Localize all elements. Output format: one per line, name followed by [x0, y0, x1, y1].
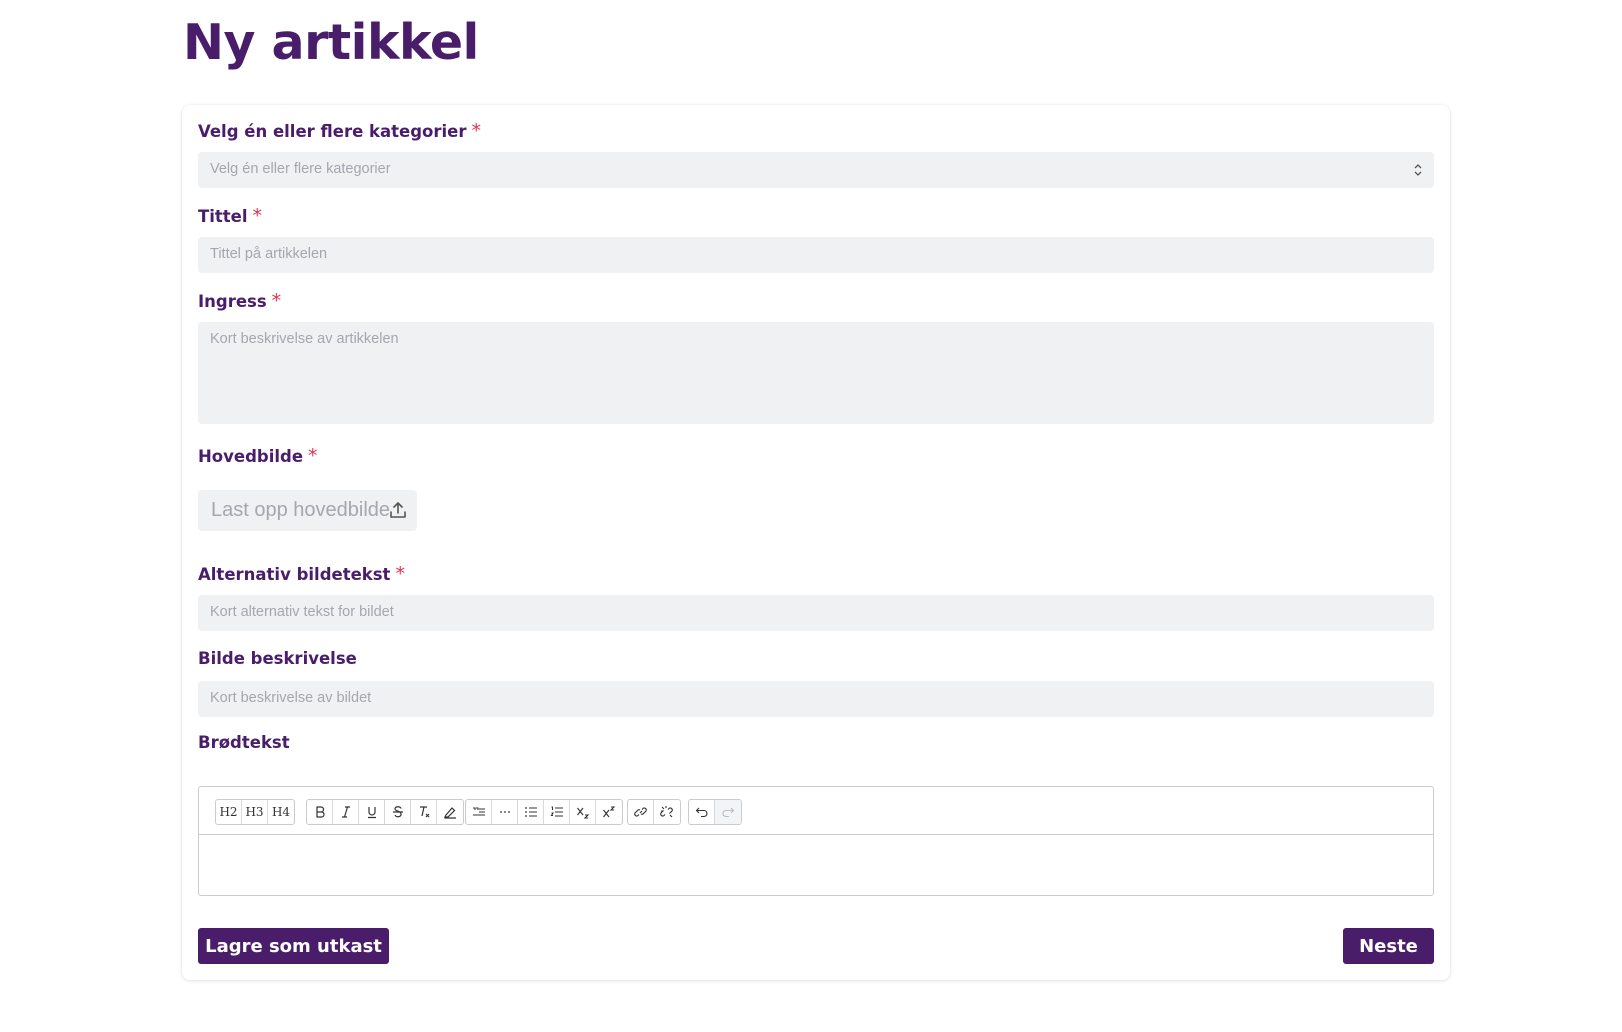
save-draft-button[interactable]: Lagre som utkast — [198, 928, 389, 964]
upload-main-image-button[interactable]: Last opp hovedbilde — [198, 490, 417, 531]
select-chevron-icon — [1414, 164, 1422, 176]
ordered-list-icon[interactable] — [544, 800, 570, 824]
title-input[interactable]: Tittel på artikkelen — [198, 237, 1434, 273]
required-asterisk: * — [271, 290, 282, 312]
ingress-label-text: Ingress — [198, 292, 267, 311]
alt-text-label: Alternativ bildetekst * — [198, 563, 405, 585]
highlight-icon[interactable] — [437, 800, 463, 824]
strikethrough-icon[interactable] — [385, 800, 411, 824]
upload-icon — [390, 502, 406, 518]
image-description-input[interactable]: Kort beskrivelse av bildet — [198, 681, 1434, 717]
link-group — [627, 799, 681, 825]
article-form: Velg én eller flere kategorier * Velg én … — [182, 105, 1450, 980]
history-group — [688, 799, 742, 825]
required-asterisk: * — [252, 205, 263, 227]
superscript-icon[interactable] — [596, 800, 622, 824]
ingress-placeholder: Kort beskrivelse av artikkelen — [210, 331, 399, 347]
alt-text-input[interactable]: Kort alternativ tekst for bildet — [198, 595, 1434, 631]
main-image-label-text: Hovedbilde — [198, 447, 304, 466]
title-label-text: Tittel — [198, 207, 248, 226]
title-placeholder: Tittel på artikkelen — [210, 246, 328, 262]
link-icon[interactable] — [628, 800, 654, 824]
main-image-label: Hovedbilde * — [198, 445, 318, 467]
clear-format-icon[interactable] — [411, 800, 437, 824]
required-asterisk: * — [308, 445, 318, 467]
heading-group: H2 H3 H4 — [215, 799, 295, 825]
bullet-list-icon[interactable] — [518, 800, 544, 824]
heading-4-button[interactable]: H4 — [268, 800, 294, 824]
undo-icon[interactable] — [689, 800, 715, 824]
page-title: Ny artikkel — [183, 14, 479, 71]
required-asterisk: * — [471, 120, 481, 142]
ingress-textarea[interactable]: Kort beskrivelse av artikkelen — [198, 322, 1434, 424]
rich-text-editor: H2 H3 H4 — [198, 786, 1434, 896]
editor-toolbar: H2 H3 H4 — [199, 787, 1433, 835]
image-description-label: Bilde beskrivelse — [198, 649, 357, 668]
required-asterisk: * — [395, 563, 405, 585]
heading-3-button[interactable]: H3 — [242, 800, 268, 824]
redo-icon[interactable] — [715, 800, 741, 824]
categories-label-text: Velg én eller flere kategorier — [198, 122, 467, 141]
alt-text-label-text: Alternativ bildetekst — [198, 565, 391, 584]
upload-main-image-label: Last opp hovedbilde — [211, 499, 391, 521]
next-button[interactable]: Neste — [1343, 928, 1434, 964]
image-description-placeholder: Kort beskrivelse av bildet — [210, 690, 372, 706]
categories-placeholder: Velg én eller flere kategorier — [210, 161, 391, 177]
body-text-label: Brødtekst — [198, 733, 290, 752]
ingress-label: Ingress * — [198, 290, 281, 312]
editor-content-area[interactable] — [199, 835, 1433, 895]
subscript-icon[interactable] — [570, 800, 596, 824]
categories-label: Velg én eller flere kategorier * — [198, 120, 481, 142]
block-group — [465, 799, 623, 825]
format-group — [306, 799, 464, 825]
bold-icon[interactable] — [307, 800, 333, 824]
blockquote-icon[interactable] — [466, 800, 492, 824]
title-label: Tittel * — [198, 205, 262, 227]
horizontal-rule-icon[interactable] — [492, 800, 518, 824]
italic-icon[interactable] — [333, 800, 359, 824]
categories-select[interactable]: Velg én eller flere kategorier — [198, 152, 1434, 188]
alt-text-placeholder: Kort alternativ tekst for bildet — [210, 604, 394, 620]
heading-2-button[interactable]: H2 — [216, 800, 242, 824]
underline-icon[interactable] — [359, 800, 385, 824]
unlink-icon[interactable] — [654, 800, 680, 824]
